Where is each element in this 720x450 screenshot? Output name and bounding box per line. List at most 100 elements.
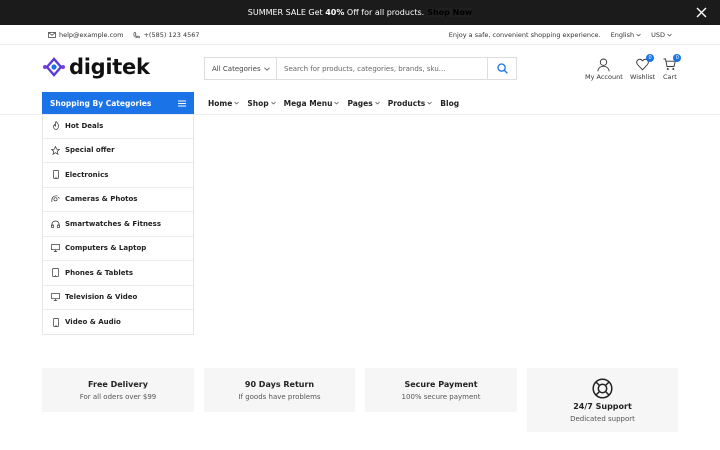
tablet-icon [51, 268, 60, 278]
promo-text-before: SUMMER SALE Get [247, 8, 326, 17]
promo-text: SUMMER SALE Get 40% Off for all products… [248, 8, 424, 17]
nav-item-blog[interactable]: Blog [440, 99, 459, 108]
shop-now-link[interactable]: Shop Now [427, 8, 473, 17]
my-account-label: My Account [585, 73, 623, 81]
promo-text-after: Off for all products. [344, 8, 425, 17]
nav-item-home[interactable]: Home [208, 98, 240, 108]
category-item-video-audio[interactable]: Video & Audio [43, 310, 193, 335]
category-select[interactable]: All Categories [205, 58, 277, 79]
search-button[interactable] [487, 58, 516, 79]
email-text: help@example.com [59, 31, 124, 39]
logo-text: digitek [69, 54, 150, 79]
chevron-down-icon [270, 101, 276, 105]
flame-icon [51, 121, 60, 131]
feature-title: Free Delivery [88, 379, 148, 389]
search-bar: All Categories [204, 57, 517, 80]
category-menu: Hot Deals Special offer Electronics Came… [42, 114, 194, 335]
feature-subtitle: If goods have problems [238, 392, 321, 401]
phone-link[interactable]: +(585) 123 4567 [133, 31, 200, 39]
logo-mark-icon [42, 56, 66, 78]
feature-secure-payment: Secure Payment 100% secure payment [365, 368, 517, 412]
email-link[interactable]: help@example.com [48, 31, 123, 39]
category-label: Phones & Tablets [65, 268, 134, 277]
wishlist-label: Wishlist [630, 73, 656, 81]
promo-bar: SUMMER SALE Get 40% Off for all products… [0, 0, 720, 25]
logo[interactable]: digitek [42, 56, 150, 78]
feature-subtitle: For all oders over $99 [79, 392, 157, 401]
category-select-value: All Categories [212, 64, 261, 73]
chevron-down-icon [667, 33, 672, 37]
category-item-electronics[interactable]: Electronics [43, 163, 193, 188]
chevron-down-icon [234, 101, 240, 105]
nav-item-label: Pages [347, 98, 373, 108]
feature-subtitle: 100% secure payment [401, 392, 481, 401]
category-item-cameras-photos[interactable]: Cameras & Photos [43, 188, 193, 212]
nav-item-label: Home [208, 98, 233, 108]
category-item-hot-deals[interactable]: Hot Deals [43, 114, 193, 139]
category-label: Video & Audio [65, 318, 121, 327]
phone-call-icon [133, 31, 141, 39]
language-select[interactable]: English [611, 31, 641, 39]
category-label: Hot Deals [65, 121, 104, 130]
phone-icon [51, 317, 60, 327]
nav-item-label: Products [387, 98, 426, 108]
nav-item-label: Shop [247, 98, 269, 108]
shopping-by-categories-button[interactable]: Shopping By Categories [42, 92, 194, 114]
menu-icon [178, 100, 186, 107]
currency-value: USD [651, 31, 665, 39]
phone-icon [51, 170, 60, 180]
feature-24-7-support: 24/7 Support Dedicated support [527, 368, 678, 432]
feature-free-delivery: Free Delivery For all oders over $99 [42, 368, 194, 412]
main-header: digitek All Categories My Account 0 Wish… [0, 46, 720, 91]
category-label: Television & Video [65, 293, 138, 302]
close-icon[interactable] [695, 6, 708, 19]
cart-label: Cart [663, 73, 677, 81]
mail-icon [48, 32, 56, 38]
category-item-television-video[interactable]: Television & Video [43, 286, 193, 310]
category-label: Cameras & Photos [65, 195, 138, 204]
nav-item-label: Mega Menu [283, 98, 333, 108]
category-label: Electronics [65, 170, 109, 179]
category-label: Special offer [65, 146, 115, 155]
chevron-down-icon [264, 67, 270, 71]
nav-item-mega-menu[interactable]: Mega Menu [284, 99, 340, 108]
feature-90-days-return: 90 Days Return If goods have problems [204, 368, 355, 412]
nav-item-label: Blog [440, 98, 460, 108]
category-item-special-offer[interactable]: Special offer [43, 139, 193, 163]
category-label: Computers & Laptop [65, 244, 147, 253]
promo-highlight: 40% [325, 8, 345, 17]
cart-icon: 0 [663, 54, 682, 73]
feature-subtitle: Dedicated support [570, 414, 635, 423]
camera-icon [51, 195, 60, 204]
user-icon [597, 58, 611, 73]
phone-text: +(585) 123 4567 [143, 31, 200, 39]
chevron-down-icon [636, 33, 641, 37]
cart-link[interactable]: 0 Cart [663, 54, 682, 81]
chevron-down-icon [374, 101, 380, 105]
search-icon [496, 63, 508, 74]
wishlist-link[interactable]: 0 Wishlist [630, 54, 656, 81]
cart-count-badge: 0 [673, 54, 682, 62]
language-value: English [610, 31, 635, 39]
search-input[interactable] [277, 58, 487, 79]
categories-button-label: Shopping By Categories [50, 98, 152, 108]
feature-title: 90 Days Return [244, 379, 315, 389]
contact-info: help@example.com +(585) 123 4567 [48, 25, 200, 45]
feature-title: 24/7 Support [573, 401, 632, 411]
top-bar: help@example.com +(585) 123 4567 Enjoy a… [0, 25, 720, 45]
my-account-link[interactable]: My Account [585, 58, 623, 81]
monitor-icon [51, 244, 60, 253]
category-label: Smartwatches & Fitness [65, 219, 162, 228]
star-icon [51, 145, 60, 155]
category-item-phones-tablets[interactable]: Phones & Tablets [43, 261, 193, 286]
topbar-right: Enjoy a safe, convenient shopping experi… [449, 25, 672, 45]
nav-item-products[interactable]: Products [388, 99, 433, 108]
nav-item-pages[interactable]: Pages [347, 98, 380, 108]
category-item-computers-laptop[interactable]: Computers & Laptop [43, 237, 193, 261]
tagline: Enjoy a safe, convenient shopping experi… [448, 31, 601, 39]
currency-select[interactable]: USD [651, 31, 672, 39]
nav-item-shop[interactable]: Shop [247, 98, 276, 108]
chevron-down-icon [427, 101, 433, 105]
category-item-smartwatches-fitness[interactable]: Smartwatches & Fitness [43, 212, 193, 237]
lifebuoy-icon [592, 377, 613, 399]
